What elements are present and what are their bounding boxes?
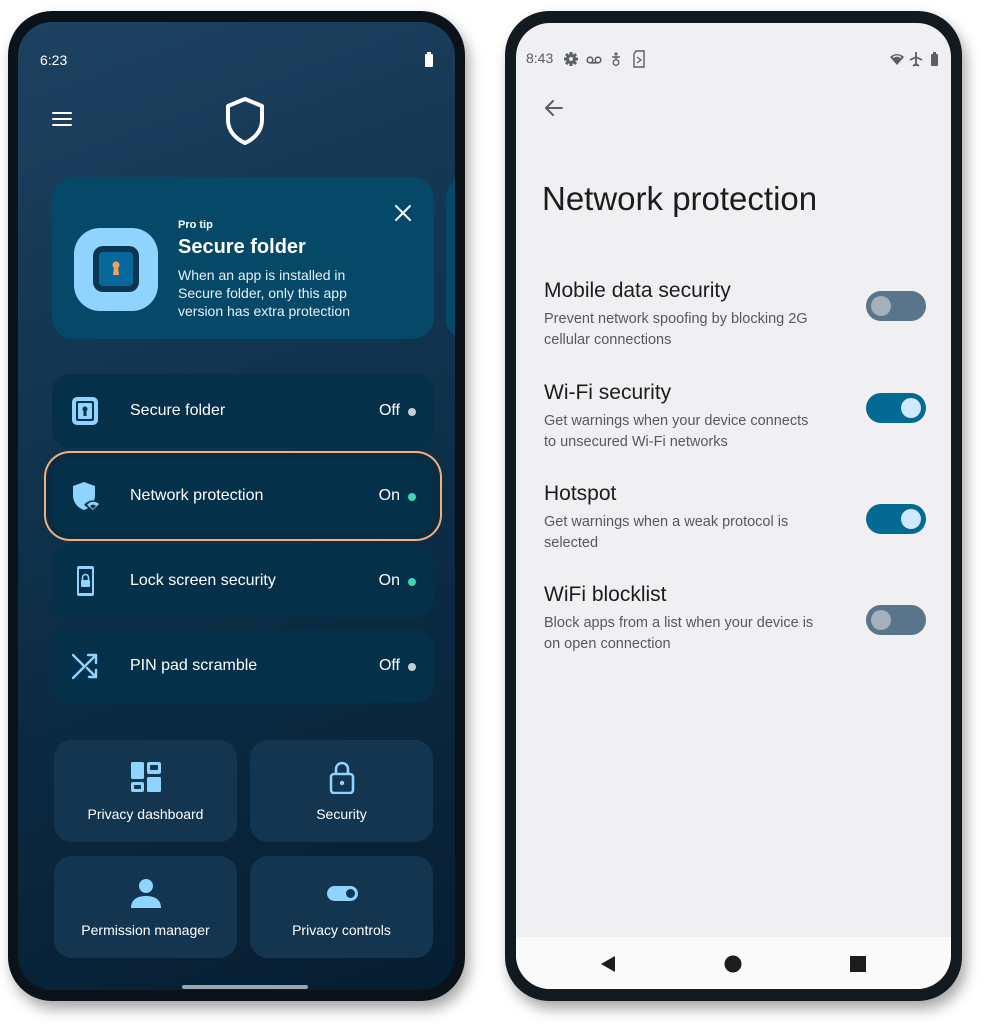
- status-bar: 8:43: [526, 50, 939, 70]
- toggle-icon: [326, 886, 358, 901]
- tile-privacy-dashboard[interactable]: Privacy dashboard: [54, 740, 237, 842]
- airplane-mode-icon: [909, 52, 923, 67]
- network-protection-screen: 8:43 Network protection Mobile data secu…: [516, 23, 951, 989]
- hamburger-menu-icon[interactable]: [52, 110, 74, 128]
- setting-description: Get warnings when a weak protocol is sel…: [544, 514, 789, 551]
- wifi-icon: [890, 54, 904, 65]
- feature-row-secure-folder[interactable]: Secure folder Off: [52, 374, 434, 448]
- settings-gear-icon: [564, 52, 578, 66]
- hotspot-toggle[interactable]: [866, 504, 926, 534]
- feature-row-network-protection[interactable]: Network protection On: [52, 459, 434, 533]
- feature-row-pin-pad-scramble[interactable]: PIN pad scramble Off: [52, 629, 434, 703]
- setting-mobile-data-security: Mobile data security Prevent network spo…: [544, 279, 934, 359]
- lock-icon: [329, 761, 354, 794]
- feature-label: Lock screen security: [130, 572, 276, 589]
- setting-hotspot: Hotspot Get warnings when a weak protoco…: [544, 482, 934, 562]
- next-pro-tip-card-peek[interactable]: [446, 177, 455, 339]
- setting-title: Mobile data security: [544, 279, 731, 302]
- shuffle-icon: [71, 653, 98, 680]
- voicemail-icon: [586, 56, 602, 64]
- nav-back-icon[interactable]: [600, 955, 616, 973]
- right-phone-frame: 8:43 Network protection Mobile data secu…: [505, 11, 962, 1001]
- page-title: Network protection: [542, 180, 818, 217]
- tile-permission-manager[interactable]: Permission manager: [54, 856, 237, 958]
- feature-label: PIN pad scramble: [130, 657, 258, 674]
- setting-wifi-security: Wi-Fi security Get warnings when your de…: [544, 381, 934, 461]
- gesture-home-indicator[interactable]: [182, 985, 308, 989]
- person-icon: [130, 879, 161, 908]
- wifi-security-toggle[interactable]: [866, 393, 926, 423]
- left-phone-frame: 6:23 Pro tip Secure folder When an app i…: [8, 11, 465, 1001]
- privacy-security-home-screen: 6:23 Pro tip Secure folder When an app i…: [18, 22, 455, 990]
- dashboard-icon: [130, 762, 161, 792]
- back-arrow-icon[interactable]: [542, 96, 566, 120]
- wifi-blocklist-toggle[interactable]: [866, 605, 926, 635]
- status-dot-off: [408, 663, 416, 671]
- feature-status: On: [378, 487, 400, 504]
- setting-title: Hotspot: [544, 482, 617, 505]
- battery-full-icon: [425, 52, 433, 67]
- feature-status: Off: [378, 402, 400, 419]
- feature-label: Network protection: [130, 487, 264, 504]
- tile-privacy-controls[interactable]: Privacy controls: [250, 856, 433, 958]
- setting-title: WiFi blocklist: [544, 583, 667, 606]
- shield-wifi-icon: [73, 482, 100, 511]
- feature-status: Off: [378, 657, 400, 674]
- feature-status: On: [378, 572, 400, 589]
- tile-label: Privacy controls: [292, 922, 391, 938]
- feature-row-lock-screen-security[interactable]: Lock screen security On: [52, 544, 434, 618]
- setting-description: Block apps from a list when your device …: [544, 615, 814, 652]
- secure-folder-keyhole-icon: [74, 228, 158, 311]
- setting-title: Wi-Fi security: [544, 381, 672, 404]
- feature-label: Secure folder: [130, 402, 226, 419]
- sim-card-icon: [633, 50, 645, 68]
- secure-folder-icon: [72, 397, 98, 425]
- status-dot-on: [408, 493, 416, 501]
- status-dot-on: [408, 578, 416, 586]
- pro-tip-title: Secure folder: [178, 236, 306, 258]
- nav-recents-icon[interactable]: [850, 956, 866, 972]
- setting-description: Prevent network spoofing by blocking 2G …: [544, 311, 808, 348]
- close-icon[interactable]: [394, 204, 412, 222]
- status-bar: 6:23: [40, 52, 433, 72]
- pro-tip-label: Pro tip: [178, 219, 213, 231]
- nav-home-icon[interactable]: [724, 955, 742, 973]
- setting-description: Get warnings when your device connects t…: [544, 413, 809, 450]
- phone-lock-icon: [77, 566, 94, 596]
- system-navigation-bar: [516, 937, 951, 989]
- tile-label: Permission manager: [81, 922, 210, 938]
- pro-tip-body: When an app is installed in Secure folde…: [178, 267, 350, 319]
- status-time: 8:43: [526, 50, 554, 66]
- tile-label: Security: [316, 806, 367, 822]
- accessibility-icon: [612, 52, 620, 66]
- screenshot-canvas: 6:23 Pro tip Secure folder When an app i…: [0, 0, 989, 1024]
- tile-label: Privacy dashboard: [87, 806, 204, 822]
- status-dot-off: [408, 408, 416, 416]
- shield-logo-icon: [226, 97, 264, 145]
- setting-wifi-blocklist: WiFi blocklist Block apps from a list wh…: [544, 583, 934, 663]
- mobile-data-security-toggle[interactable]: [866, 291, 926, 321]
- battery-icon: [931, 52, 938, 66]
- status-time: 6:23: [40, 52, 68, 68]
- tile-security[interactable]: Security: [250, 740, 433, 842]
- pro-tip-card[interactable]: Pro tip Secure folder When an app is ins…: [52, 177, 434, 339]
